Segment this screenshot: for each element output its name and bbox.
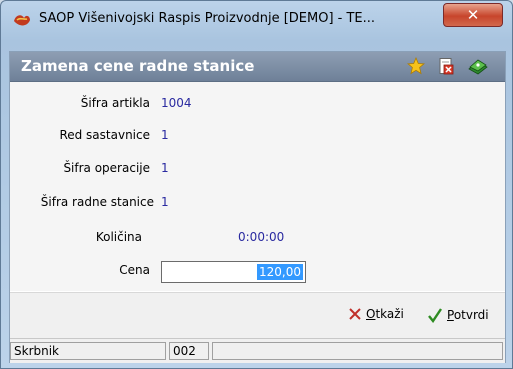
- status-user: Skrbnik: [10, 342, 166, 360]
- status-bar: Skrbnik 002: [10, 338, 505, 363]
- window-titlebar[interactable]: SAOP Višenivojski Raspis Proizvodnje [DE…: [1, 1, 512, 41]
- cena-input-value: 120,00: [257, 264, 303, 280]
- confirm-label-rest: otvrdi: [453, 308, 489, 322]
- status-extra: [212, 342, 503, 360]
- close-icon: ✕: [466, 6, 480, 24]
- form-area: Šifra artikla 1004 Red sastavnice 1 Šifr…: [10, 82, 505, 291]
- window-title: SAOP Višenivojski Raspis Proizvodnje [DE…: [39, 11, 376, 26]
- confirm-mnemonic: P: [447, 308, 454, 322]
- app-logo-icon: [14, 15, 30, 26]
- label-sifra-operacije: Šifra operacije: [63, 161, 150, 175]
- status-code: 002: [169, 342, 209, 360]
- book-icon[interactable]: [467, 57, 489, 75]
- dialog-title: Zamena cene radne stanice: [21, 57, 255, 75]
- dialog-footer: Otkaži Potvrdi: [10, 292, 505, 339]
- label-sifra-radne-stanice: Šifra radne stanice: [40, 195, 154, 209]
- cancel-label: Otkaži: [366, 307, 404, 321]
- app-window: SAOP Višenivojski Raspis Proizvodnje [DE…: [0, 0, 513, 369]
- dialog-header: Zamena cene radne stanice: [10, 52, 505, 82]
- checkmark-icon: [428, 308, 442, 323]
- value-red-sastavnice: 1: [161, 128, 169, 142]
- star-icon[interactable]: [407, 57, 425, 75]
- cancel-button[interactable]: Otkaži: [348, 307, 404, 321]
- cena-input[interactable]: 120,00: [161, 261, 306, 283]
- confirm-label: Potvrdi: [447, 308, 489, 322]
- delete-icon[interactable]: [437, 57, 455, 75]
- cancel-label-rest: tkaži: [375, 307, 404, 321]
- label-red-sastavnice: Red sastavnice: [59, 128, 150, 142]
- dialog-panel: Zamena cene radne stanice Šifra artikla …: [9, 51, 506, 363]
- value-sifra-artikla: 1004: [161, 96, 192, 110]
- confirm-button[interactable]: Potvrdi: [427, 307, 489, 323]
- close-button[interactable]: ✕: [443, 3, 503, 27]
- cancel-x-icon: [349, 308, 361, 320]
- label-cena: Cena: [119, 263, 150, 277]
- value-sifra-radne-stanice: 1: [161, 195, 169, 209]
- label-kolicina: Količina: [95, 230, 142, 244]
- value-kolicina: 0:00:00: [238, 230, 285, 244]
- value-sifra-operacije: 1: [161, 161, 169, 175]
- label-sifra-artikla: Šifra artikla: [80, 96, 150, 110]
